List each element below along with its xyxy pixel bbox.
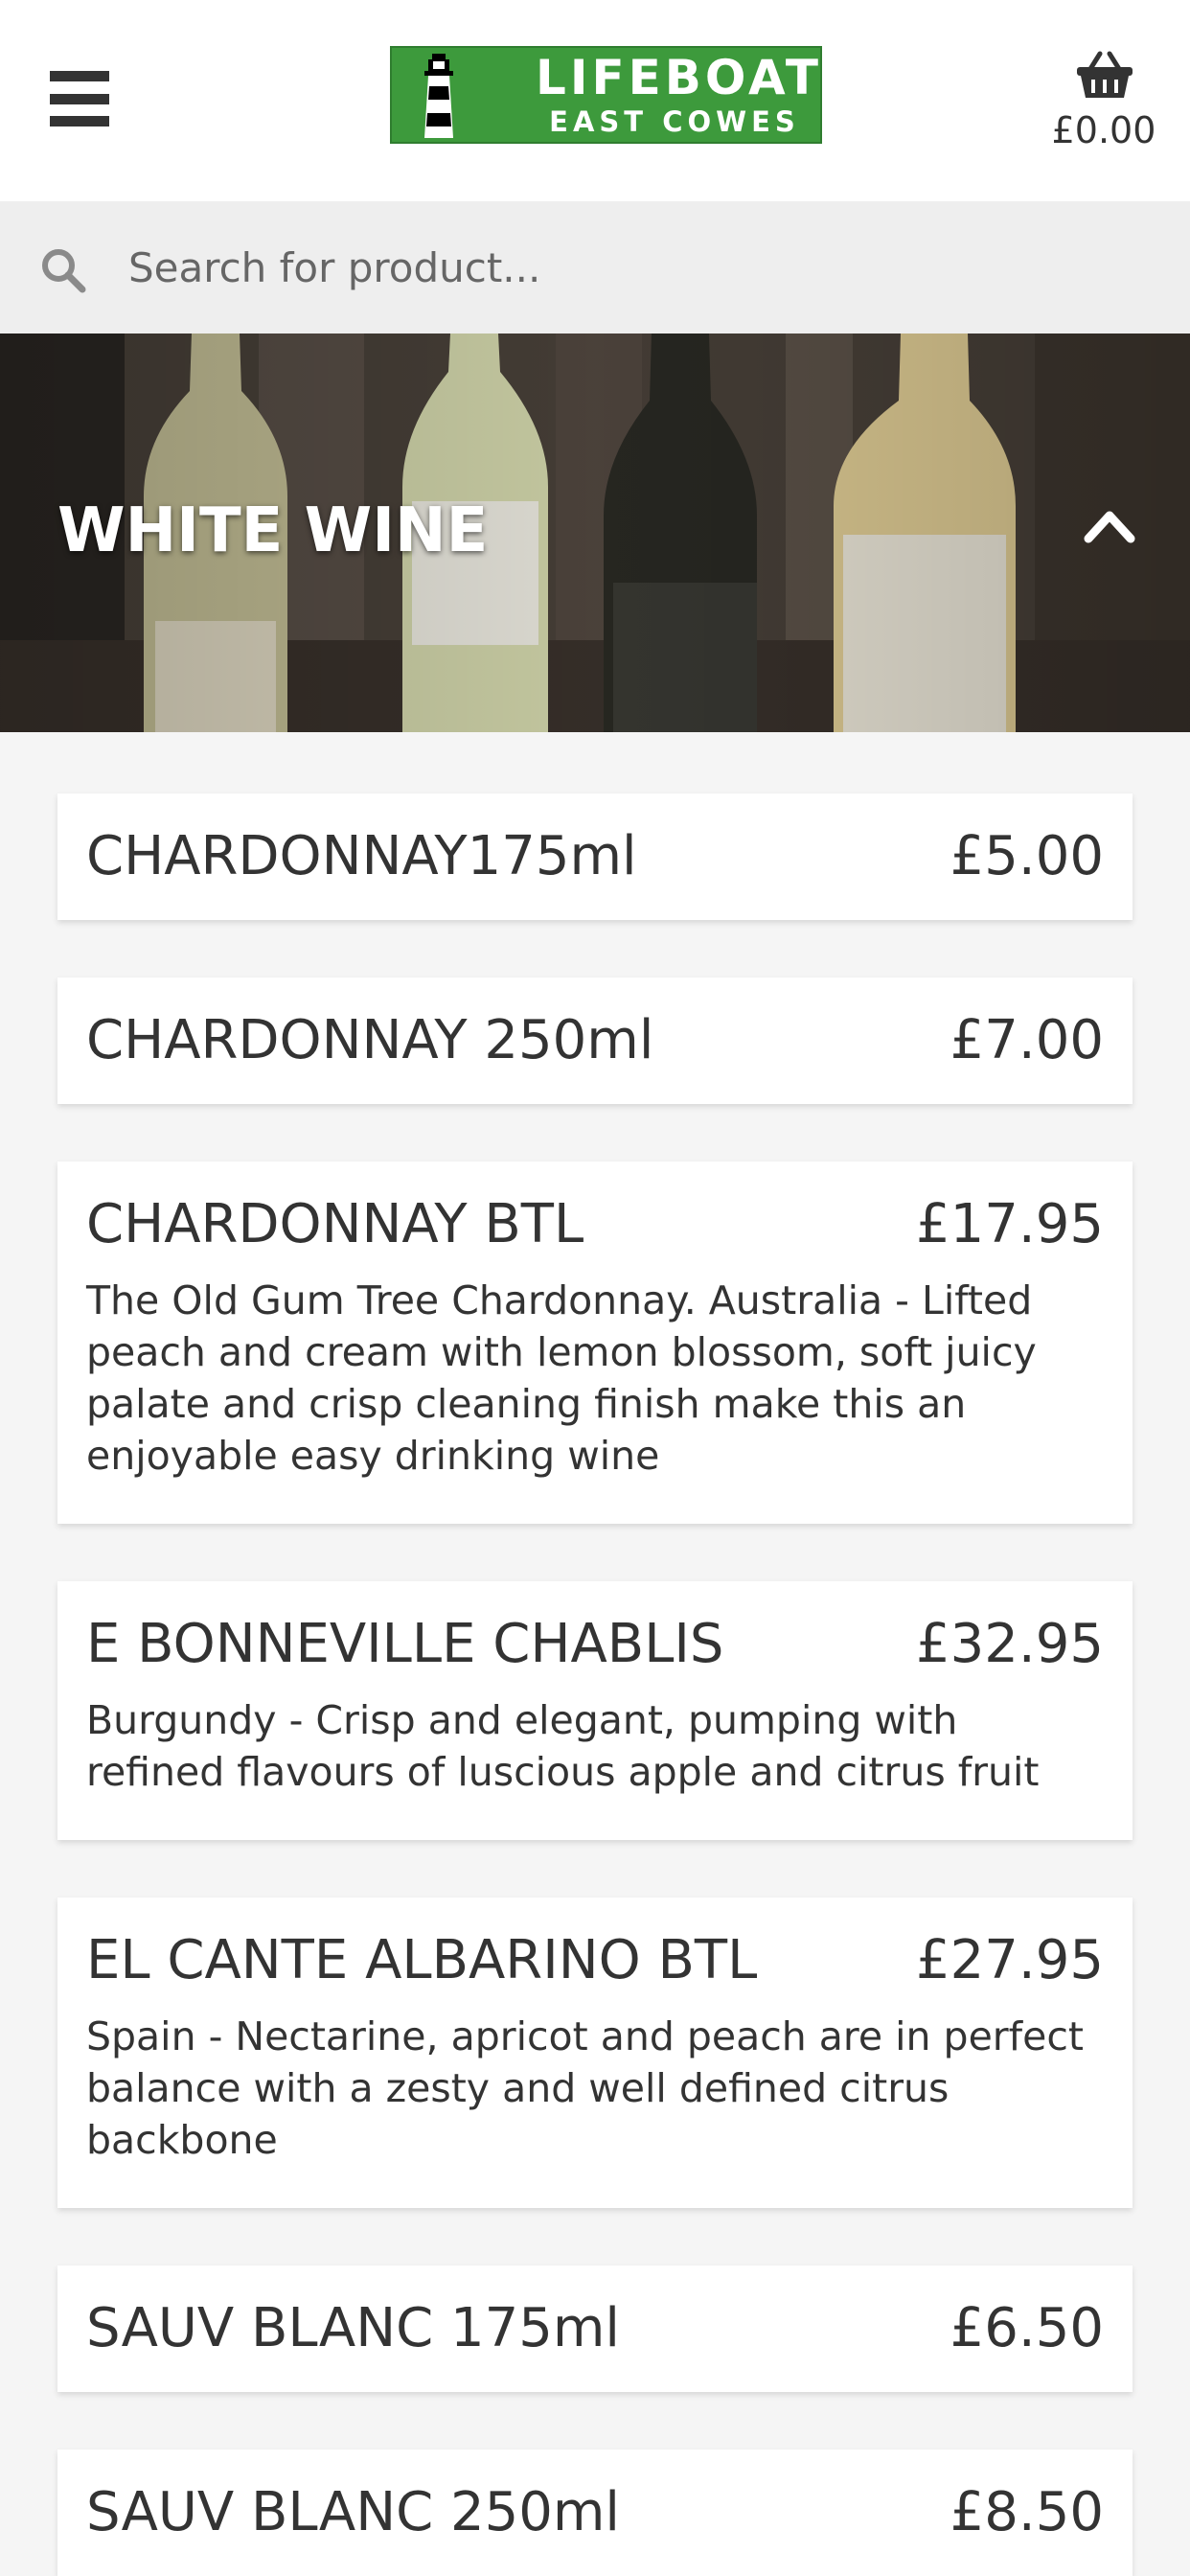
- menu-bar: [50, 71, 109, 81]
- product-price: £6.50: [950, 2297, 1104, 2359]
- cart-total: £0.00: [1051, 109, 1156, 151]
- cart-button[interactable]: £0.00: [1046, 44, 1161, 159]
- product-card[interactable]: SAUV BLANC 175ml £6.50: [57, 2266, 1133, 2392]
- product-price: £7.00: [950, 1009, 1104, 1071]
- product-name: CHARDONNAY 250ml: [86, 1009, 654, 1071]
- product-price: £5.00: [950, 825, 1104, 887]
- logo-subtitle: EAST COWES: [549, 105, 800, 138]
- product-card[interactable]: E BONNEVILLE CHABLIS £32.95 Burgundy - C…: [57, 1581, 1133, 1840]
- product-card[interactable]: CHARDONNAY175ml £5.00: [57, 794, 1133, 920]
- chevron-up-icon[interactable]: [1083, 506, 1136, 544]
- product-card[interactable]: CHARDONNAY BTL £17.95 The Old Gum Tree C…: [57, 1162, 1133, 1524]
- top-header: LIFEBOAT EAST COWES £0.00: [0, 0, 1190, 201]
- category-banner[interactable]: WHITE WINE: [0, 334, 1190, 732]
- search-input[interactable]: [128, 230, 1144, 305]
- product-name: EL CANTE ALBARINO BTL: [86, 1929, 758, 1991]
- lifeboat-logo[interactable]: LIFEBOAT EAST COWES: [390, 46, 822, 144]
- menu-bar: [50, 116, 109, 126]
- product-name: CHARDONNAY175ml: [86, 825, 637, 887]
- product-card[interactable]: CHARDONNAY 250ml £7.00: [57, 978, 1133, 1104]
- logo-title: LIFEBOAT: [536, 50, 822, 105]
- category-title: WHITE WINE: [57, 495, 489, 566]
- product-price: £27.95: [916, 1929, 1104, 1991]
- product-description: Burgundy - Crisp and elegant, pumping wi…: [86, 1697, 1040, 1795]
- product-price: £17.95: [916, 1193, 1104, 1255]
- search-bar: [0, 201, 1190, 334]
- lighthouse-icon: [424, 54, 453, 138]
- product-name: SAUV BLANC 250ml: [86, 2481, 620, 2543]
- menu-bar: [50, 93, 109, 104]
- product-name: CHARDONNAY BTL: [86, 1193, 584, 1255]
- product-price: £8.50: [950, 2481, 1104, 2543]
- product-name: SAUV BLANC 175ml: [86, 2297, 620, 2359]
- basket-icon: [1077, 51, 1133, 98]
- product-price: £32.95: [916, 1613, 1104, 1675]
- product-description: The Old Gum Tree Chardonnay. Australia -…: [86, 1277, 1037, 1479]
- product-card[interactable]: EL CANTE ALBARINO BTL £27.95 Spain - Nec…: [57, 1898, 1133, 2208]
- product-card[interactable]: SAUV BLANC 250ml £8.50: [57, 2450, 1133, 2576]
- product-name: E BONNEVILLE CHABLIS: [86, 1613, 724, 1675]
- search-icon: [42, 249, 86, 293]
- product-description: Spain - Nectarine, apricot and peach are…: [86, 2013, 1084, 2163]
- hamburger-menu-icon[interactable]: [50, 69, 109, 128]
